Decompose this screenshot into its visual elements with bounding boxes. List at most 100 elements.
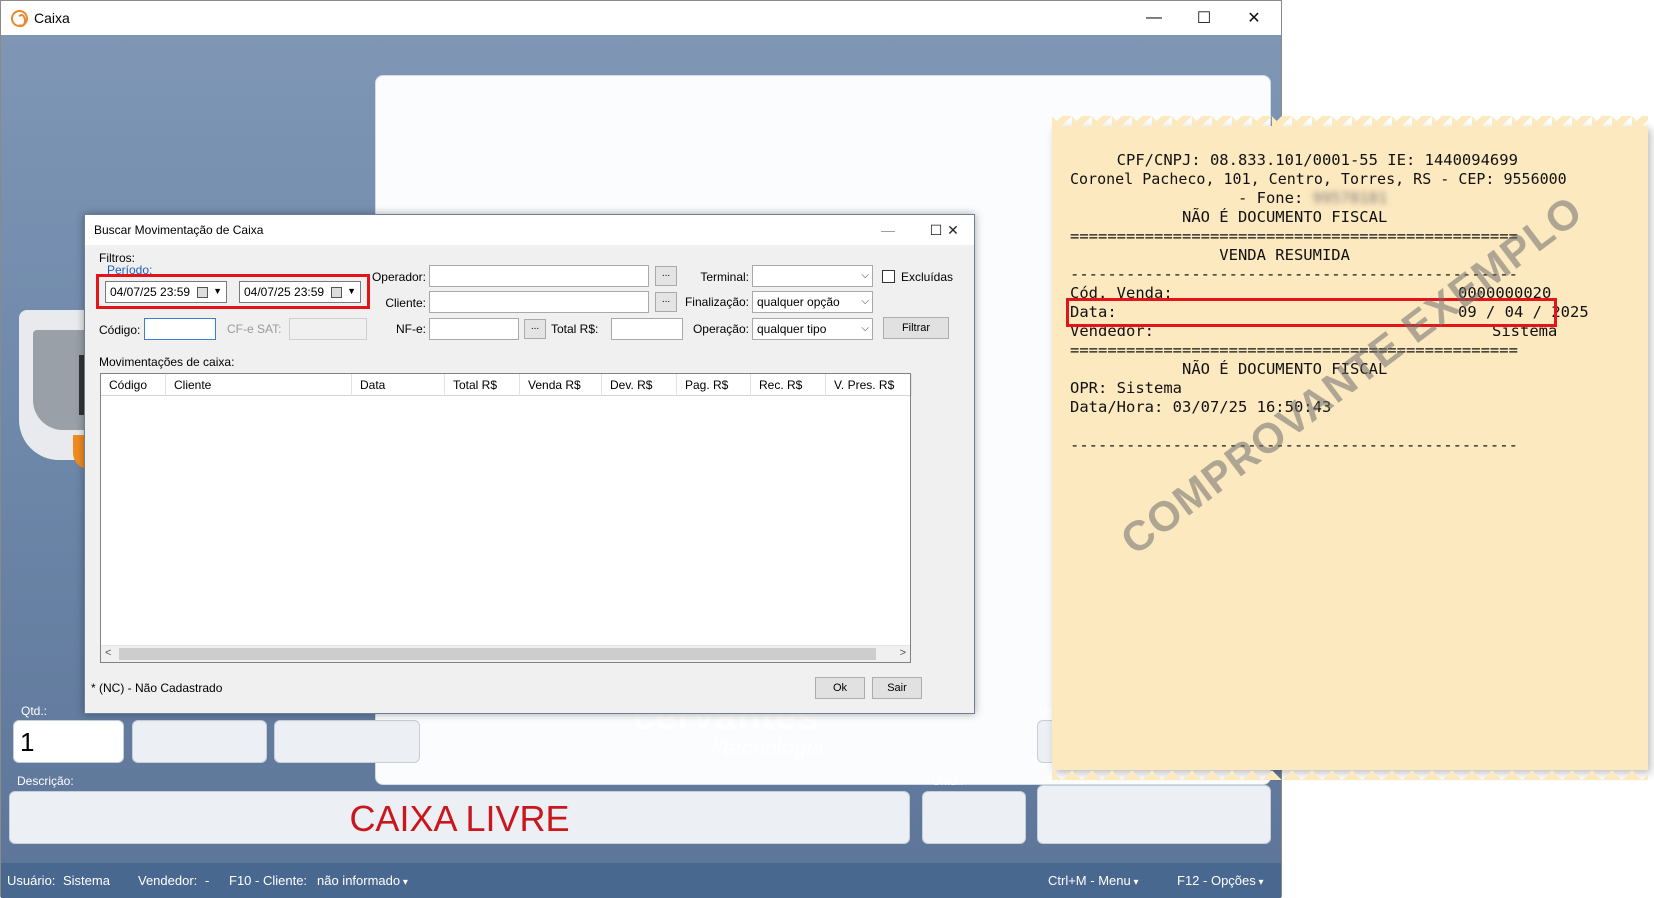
- ve-label: Ve: [1039, 704, 1054, 718]
- column-header-vpres[interactable]: V. Pres. R$: [826, 374, 912, 396]
- scroll-left-icon[interactable]: <: [105, 647, 111, 659]
- caixa-status: CAIXA LIVRE: [349, 798, 570, 839]
- date-to-value: 04/07/25 23:59: [244, 285, 325, 299]
- horizontal-scrollbar[interactable]: < >: [101, 645, 910, 662]
- periodo-label: Período:: [107, 263, 153, 277]
- operador-label: Operador:: [371, 270, 426, 284]
- product-code-field[interactable]: [132, 720, 267, 763]
- receipt-vendedor-value: Sistema: [1492, 322, 1558, 340]
- price-field[interactable]: [274, 720, 420, 763]
- receipt-cnpj: CPF/CNPJ: 08.833.101/0001-55 IE: 1440094…: [1070, 151, 1518, 169]
- chevron-down-icon[interactable]: ⌵: [861, 323, 869, 334]
- excluidas-checkbox[interactable]: [882, 270, 895, 283]
- codigo-input[interactable]: [144, 318, 216, 340]
- nfe-input[interactable]: [429, 318, 519, 340]
- filtrar-button[interactable]: Filtrar: [883, 317, 949, 339]
- scroll-right-icon[interactable]: >: [900, 647, 906, 659]
- maximize-button[interactable]: ☐: [1179, 1, 1229, 35]
- unid-label: Unid.:: [932, 774, 964, 788]
- vendedor-value: -: [205, 873, 210, 888]
- cliente-label: Cliente:: [385, 296, 426, 310]
- app-logo-icon: [11, 10, 28, 27]
- operador-lookup-button[interactable]: ...: [655, 266, 677, 286]
- column-header-rec[interactable]: Rec. R$: [751, 374, 826, 396]
- movimentacoes-grid[interactable]: Código Cliente Data Total R$ Venda R$ De…: [100, 373, 912, 663]
- receipt-separator: ========================================…: [1070, 227, 1518, 245]
- receipt-fone-line: - Fone: 99578181: [1070, 189, 1387, 208]
- qtd-field[interactable]: 1: [13, 720, 124, 763]
- status-bar: Usuário: Sistema Vendedor: - F10 - Clien…: [1, 863, 1281, 898]
- receipt-fone-label: - Fone:: [1070, 189, 1313, 207]
- column-header-total[interactable]: Total R$: [445, 374, 520, 396]
- receipt-separator: ========================================…: [1070, 341, 1518, 359]
- chevron-down-icon[interactable]: ⌵: [861, 296, 869, 307]
- dialog-title: Buscar Movimentação de Caixa: [94, 223, 264, 237]
- vendedor-label: Vendedor:: [138, 873, 198, 888]
- opcoes-shortcut[interactable]: F12 - Opções: [1177, 873, 1264, 888]
- chevron-down-icon[interactable]: ▼: [347, 286, 356, 296]
- nfe-lookup-button[interactable]: ...: [524, 319, 546, 339]
- scrollbar-thumb[interactable]: [119, 648, 876, 660]
- column-header-data[interactable]: Data: [352, 374, 445, 396]
- terminal-label: Terminal:: [700, 270, 749, 284]
- descricao-field: CAIXA LIVRE: [9, 791, 910, 844]
- receipt-vendedor-label: Vendedor:: [1070, 322, 1154, 340]
- operacao-select[interactable]: qualquer tipo ⌵: [752, 318, 873, 340]
- excluidas-label: Excluídas: [901, 270, 954, 284]
- receipt-torn-edge-top: [1052, 116, 1648, 126]
- codigo-label: Código:: [99, 323, 141, 337]
- cliente-input[interactable]: [429, 291, 649, 313]
- receipt-fone-blurred: 99578181: [1312, 189, 1388, 207]
- receipt-nao-fiscal-1: NÃO É DOCUMENTO FISCAL: [1070, 208, 1388, 226]
- receipt-cod-venda-label: Cód. Venda:: [1070, 284, 1173, 302]
- column-header-venda[interactable]: Venda R$: [520, 374, 602, 396]
- column-header-pag[interactable]: Pag. R$: [677, 374, 751, 396]
- dialog-title-bar: Buscar Movimentação de Caixa — ☐ ✕: [85, 215, 974, 245]
- receipt-address: Coronel Pacheco, 101, Centro, Torres, RS…: [1070, 170, 1567, 188]
- receipt-venda-resumida: VENDA RESUMIDA: [1070, 246, 1350, 264]
- brand-tagline: //tecnologia: [711, 735, 824, 760]
- receipt-data-label: Data:: [1070, 303, 1117, 321]
- dialog-close-button[interactable]: ✕: [930, 215, 976, 245]
- terminal-select[interactable]: ⌵: [752, 265, 873, 287]
- cliente-value[interactable]: não informado: [317, 873, 408, 888]
- nc-note: * (NC) - Não Cadastrado: [91, 681, 223, 695]
- title-bar: Caixa — ☐ ✕: [1, 1, 1281, 35]
- calendar-icon[interactable]: [331, 287, 342, 298]
- operador-input[interactable]: [429, 265, 649, 287]
- column-header-codigo[interactable]: Código: [101, 374, 166, 396]
- column-header-cliente[interactable]: Cliente: [166, 374, 352, 396]
- operacao-label: Operação:: [692, 322, 749, 336]
- total-filter-label: Total R$:: [551, 322, 599, 336]
- menu-shortcut[interactable]: Ctrl+M - Menu: [1048, 873, 1139, 888]
- column-header-dev[interactable]: Dev. R$: [602, 374, 677, 396]
- date-from-value: 04/07/25 23:59: [110, 285, 191, 299]
- ok-button[interactable]: Ok: [815, 677, 865, 699]
- calendar-icon[interactable]: [197, 287, 208, 298]
- buscar-movimentacao-dialog: Buscar Movimentação de Caixa — ☐ ✕ Filtr…: [84, 214, 975, 714]
- movimentacoes-label: Movimentações de caixa:: [99, 355, 235, 369]
- chevron-down-icon[interactable]: ⌵: [861, 270, 869, 281]
- receipt-torn-edge-bottom: [1052, 770, 1648, 780]
- dialog-minimize-button[interactable]: —: [864, 215, 912, 245]
- finalizacao-select[interactable]: qualquer opção ⌵: [752, 291, 873, 313]
- minimize-button[interactable]: —: [1129, 1, 1179, 35]
- cfe-sat-input: [289, 318, 367, 340]
- chevron-down-icon[interactable]: ▼: [213, 286, 222, 296]
- finalizacao-label: Finalização:: [684, 295, 749, 309]
- descricao-label: Descrição:: [17, 774, 74, 788]
- unid-field: [922, 791, 1026, 844]
- date-from-picker[interactable]: 04/07/25 23:59 ▼: [105, 281, 227, 303]
- sair-button[interactable]: Sair: [872, 677, 922, 699]
- close-button[interactable]: ✕: [1229, 1, 1279, 35]
- finalizacao-value: qualquer opção: [757, 295, 840, 309]
- operacao-value: qualquer tipo: [757, 322, 827, 336]
- qtd-label: Qtd.:: [21, 704, 48, 718]
- usuario-value: Sistema: [63, 873, 110, 888]
- cliente-shortcut-label[interactable]: F10 - Cliente:: [229, 873, 307, 888]
- nfe-label: NF-e:: [396, 322, 426, 336]
- window-title: Caixa: [34, 10, 70, 26]
- cfe-sat-label: CF-e SAT:: [227, 322, 282, 336]
- receipt-operador: OPR: Sistema: [1070, 379, 1182, 397]
- date-to-picker[interactable]: 04/07/25 23:59 ▼: [239, 281, 361, 303]
